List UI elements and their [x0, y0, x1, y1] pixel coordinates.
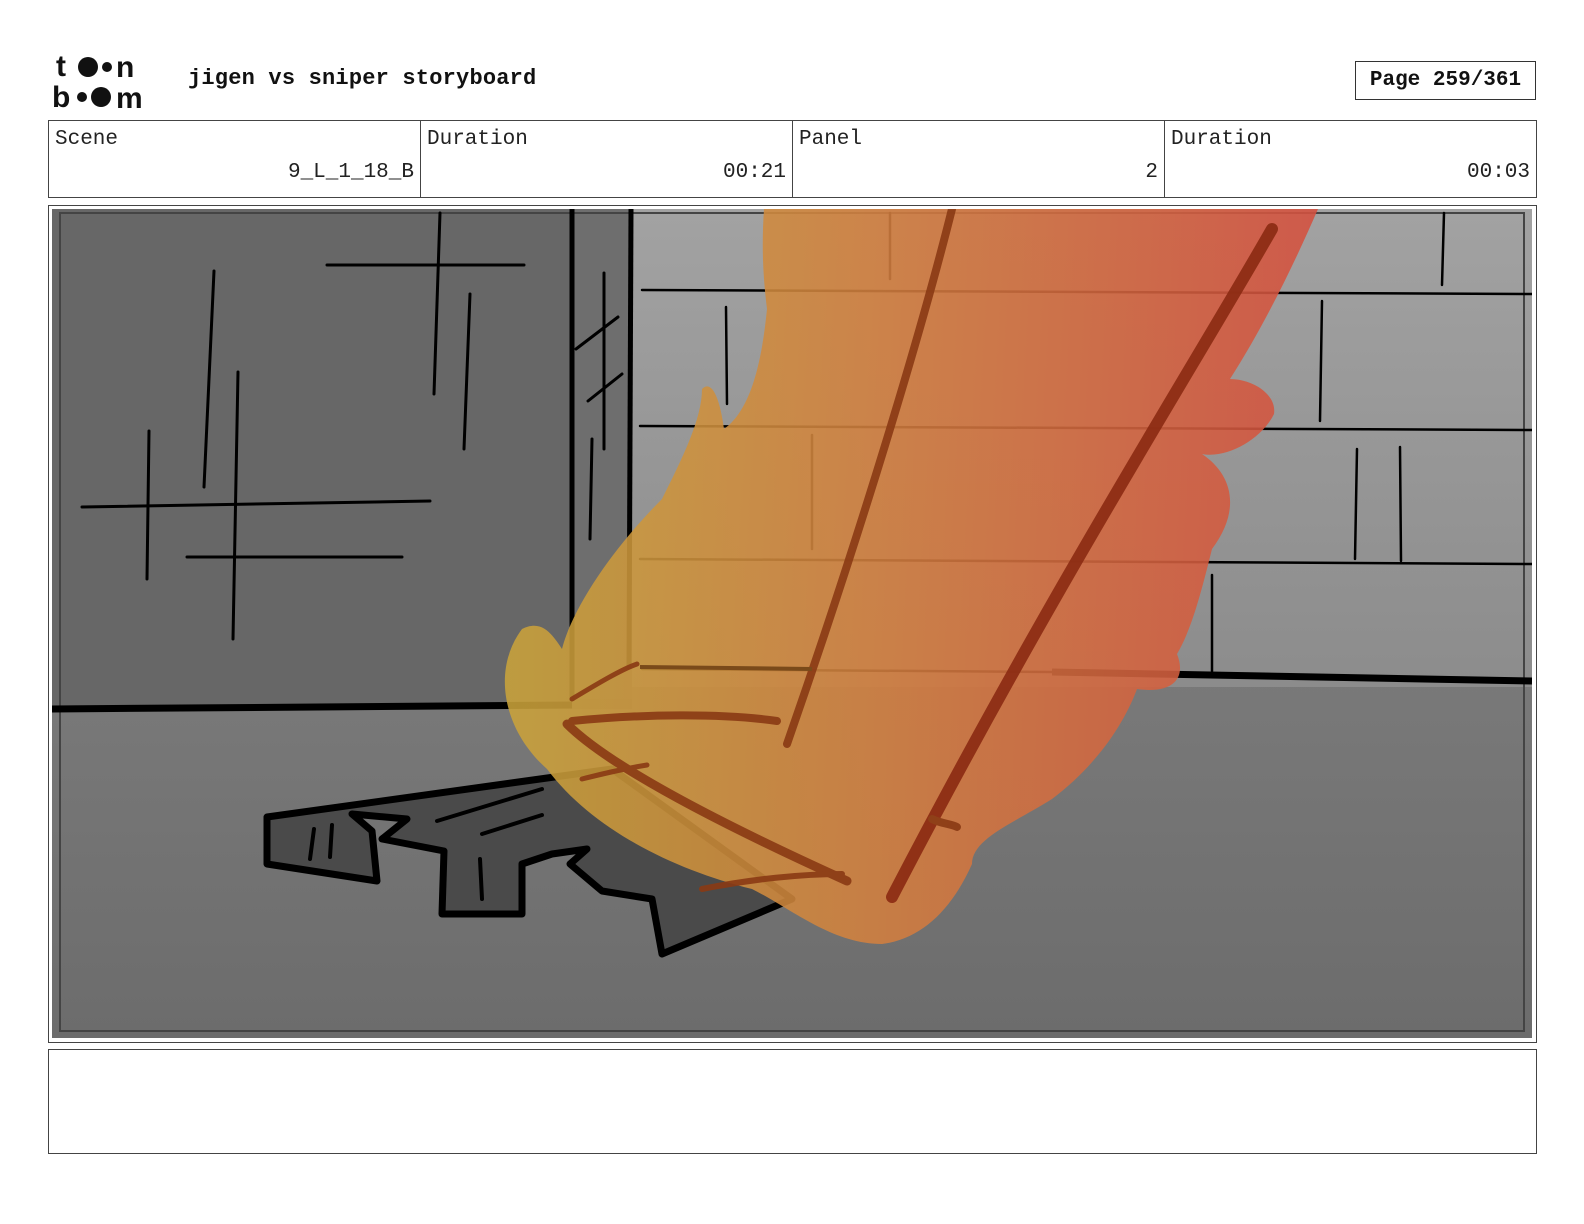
- scene-info-table: Scene 9_L_1_18_B Duration 00:21 Panel 2 …: [48, 120, 1537, 198]
- scene-value: 9_L_1_18_B: [287, 161, 414, 184]
- svg-text:t: t: [56, 50, 66, 83]
- scene-duration-label: Duration: [427, 128, 528, 151]
- page-indicator: Page 259/361: [1355, 61, 1536, 100]
- panel-duration-value: 00:03: [1466, 161, 1530, 184]
- storyboard-panel: [48, 205, 1537, 1043]
- panel-duration-cell: Duration 00:03: [1165, 121, 1536, 197]
- scene-duration-cell: Duration 00:21: [421, 121, 793, 197]
- flame-brick-line: [639, 665, 813, 671]
- panel-drawing: [52, 209, 1532, 1038]
- scene-label: Scene: [55, 128, 119, 151]
- toon-boom-logo: t n b m: [52, 50, 143, 112]
- panel-duration-label: Duration: [1171, 128, 1272, 151]
- panel-notes-box: [48, 1049, 1537, 1154]
- svg-text:m: m: [116, 82, 143, 112]
- scene-duration-value: 00:21: [722, 161, 786, 184]
- panel-value: 2: [1145, 161, 1158, 184]
- panel-cell: Panel 2: [793, 121, 1165, 197]
- document-title: jigen vs sniper storyboard: [188, 66, 537, 91]
- panel-label: Panel: [799, 128, 863, 151]
- svg-text:n: n: [116, 51, 134, 84]
- scene-cell: Scene 9_L_1_18_B: [49, 121, 421, 197]
- floor-line: [52, 701, 573, 713]
- svg-text:b: b: [52, 81, 70, 112]
